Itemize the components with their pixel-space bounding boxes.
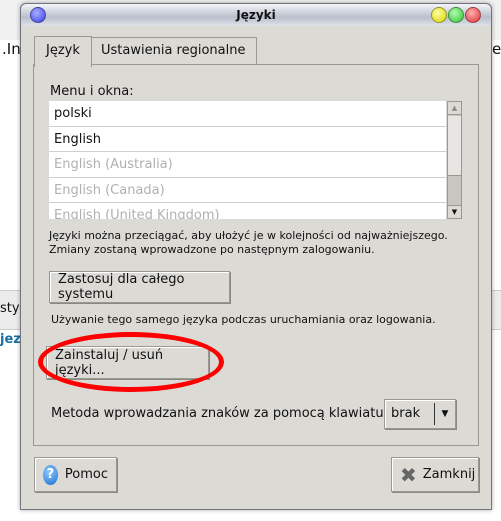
background-text: e [492, 40, 501, 58]
apply-system-wide-button[interactable]: Zastosuj dla całego systemu [49, 271, 230, 303]
list-item[interactable]: English (United Kingdom) [49, 203, 446, 219]
button-label: Zamknij [422, 467, 476, 482]
scrollbar[interactable]: ▲ ▼ [447, 101, 462, 219]
tab-regional-settings[interactable]: Ustawienia regionalne [89, 37, 258, 64]
background-link[interactable]: jez [0, 332, 21, 347]
background-text: .In [2, 40, 21, 58]
window-title: Języki [236, 8, 276, 22]
hint-text: Zmiany zostaną wprowadzone po następnym … [49, 243, 375, 256]
scrollbar-thumb[interactable] [448, 116, 461, 176]
minimize-icon[interactable] [431, 7, 447, 23]
input-method-combo[interactable]: brak ▼ [384, 399, 456, 429]
close-window-icon[interactable] [465, 7, 481, 23]
red-highlight-annotation [38, 332, 224, 392]
scroll-down-icon[interactable]: ▼ [448, 205, 461, 218]
help-button[interactable]: ? Pomoc [34, 457, 117, 492]
button-label: Pomoc [64, 467, 108, 482]
background-text: sty [0, 301, 20, 316]
list-item[interactable]: English (Canada) [49, 178, 446, 203]
title-bar[interactable]: Języki [21, 4, 491, 26]
combo-value: brak [385, 403, 435, 425]
close-button[interactable]: ✖ Zamknij [391, 457, 479, 492]
languages-dialog: Języki Język Ustawienia regionalne Menu … [20, 3, 492, 510]
list-item[interactable]: English (Australia) [49, 152, 446, 178]
list-item[interactable]: polski [49, 101, 446, 127]
scroll-up-icon[interactable]: ▲ [448, 102, 461, 115]
maximize-icon[interactable] [448, 7, 464, 23]
input-method-label: Metoda wprowadzania znaków za pomocą kla… [51, 406, 401, 421]
hint-text: Języki można przeciągać, aby ułożyć je w… [49, 229, 448, 242]
button-label: Zastosuj dla całego systemu [58, 272, 185, 302]
menu-windows-label: Menu i okna: [50, 84, 134, 99]
close-x-icon: ✖ [400, 462, 417, 487]
help-icon: ? [43, 464, 58, 485]
language-list[interactable]: polski English English (Australia) Engli… [49, 101, 446, 219]
list-item[interactable]: English [49, 127, 446, 152]
window-menu-icon[interactable] [30, 7, 46, 23]
apply-hint-text: Używanie tego samego języka podczas uruc… [51, 313, 436, 326]
chevron-down-icon[interactable]: ▼ [435, 409, 455, 419]
tab-language[interactable]: Język [34, 36, 92, 67]
